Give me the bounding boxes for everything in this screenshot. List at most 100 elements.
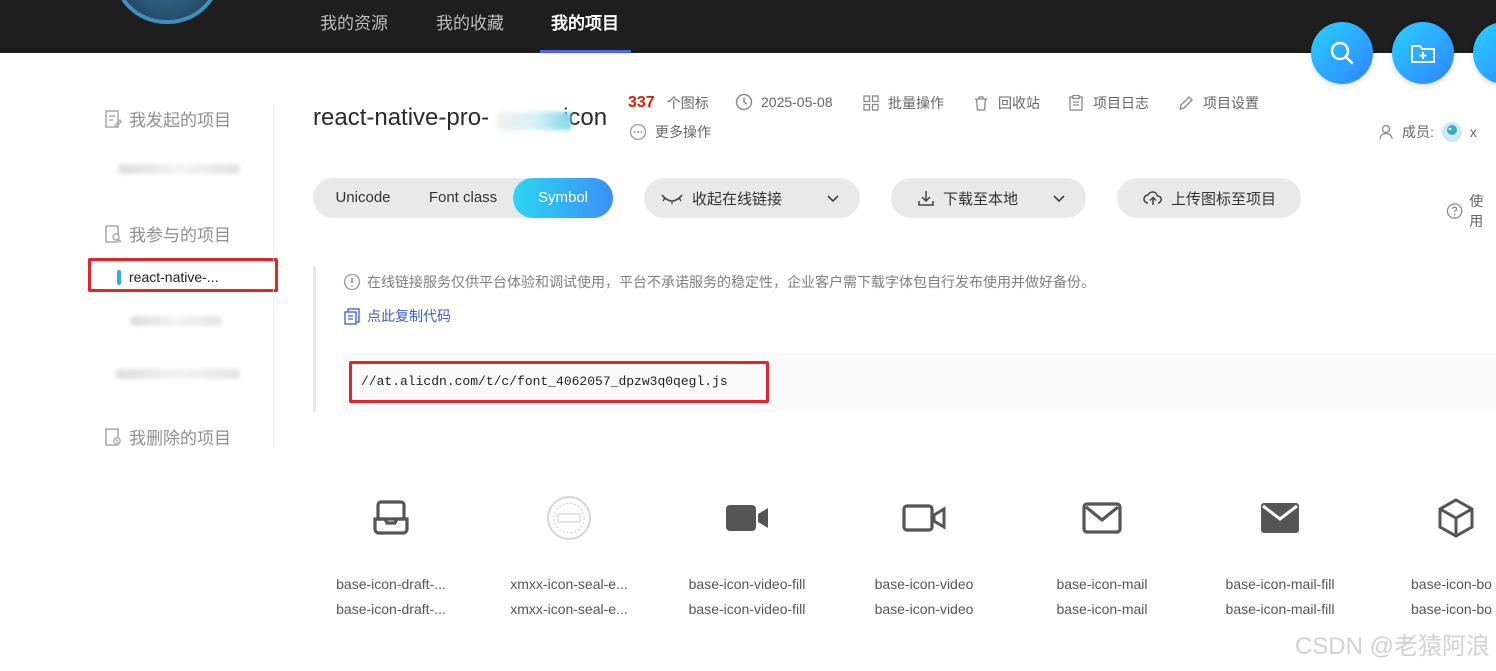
member-name: x	[1469, 124, 1477, 140]
seal-icon	[547, 496, 591, 540]
sidebar-started-projects-label: 我发起的项目	[129, 111, 231, 130]
icon-count-value: 337	[628, 94, 655, 111]
icon-name: base-icon-mail	[1056, 576, 1148, 592]
project-date-value: 2025-05-08	[761, 94, 833, 110]
draft-icon	[373, 500, 409, 535]
mail-fill-icon	[1261, 503, 1299, 533]
more-actions-button[interactable]: 更多操作	[629, 122, 711, 142]
video-fill-icon	[726, 505, 768, 531]
icon-code: base-icon-draft-...	[336, 601, 446, 617]
download-label: 下载至本地	[943, 190, 1019, 208]
grid-icon	[863, 95, 879, 111]
top-navbar: 我的资源 我的收藏 我的项目	[0, 0, 1496, 53]
icon-code: base-icon-video-fill	[688, 601, 806, 617]
sidebar-divider	[273, 104, 274, 449]
sidebar-joined-projects-label: 我参与的项目	[129, 226, 231, 245]
tab-unicode[interactable]: Unicode	[313, 178, 413, 218]
service-notice: 在线链接服务仅供平台体验和调试使用，平台不承诺服务的稳定性，企业客户需下载字体包…	[343, 272, 1095, 292]
avatar[interactable]	[1440, 120, 1464, 144]
chevron-down-icon	[827, 195, 839, 203]
collapse-link-dropdown[interactable]: 收起在线链接	[644, 178, 860, 218]
icon-name: base-icon-bo	[1411, 576, 1492, 592]
highlight-box-url	[349, 361, 769, 403]
sidebar-started-projects[interactable]: 我发起的项目	[103, 106, 231, 131]
icon-code: base-icon-video	[874, 601, 974, 617]
project-settings-label: 项目设置	[1203, 95, 1259, 111]
project-title-prefix: react-native-pro-	[313, 104, 490, 131]
members-label: 成员:	[1402, 124, 1434, 140]
sidebar-joined-projects[interactable]: 我参与的项目	[103, 221, 231, 246]
icon-card-mail[interactable]: base-icon-mail base-icon-mail	[1032, 493, 1172, 617]
pencil-icon	[1179, 96, 1193, 110]
icon-code: base-icon-mail	[1056, 601, 1148, 617]
trash-icon	[975, 96, 987, 111]
project-settings-button[interactable]: 项目设置	[1177, 93, 1259, 113]
recycle-bin-button[interactable]: 回收站	[972, 93, 1040, 113]
chevron-down-icon	[1053, 195, 1065, 203]
cloud-upload-icon	[1143, 191, 1162, 205]
icon-code: base-icon-bo	[1411, 601, 1492, 617]
search-button[interactable]	[1311, 22, 1373, 84]
icon-name: xmxx-icon-seal-e...	[510, 576, 628, 592]
upload-icons-label: 上传图标至项目	[1171, 190, 1277, 208]
project-date: 2025-05-08	[735, 93, 833, 111]
tab-my-resources[interactable]: 我的资源	[320, 0, 388, 53]
icon-code: xmxx-icon-seal-e...	[510, 601, 628, 617]
icon-name: base-icon-video-fill	[688, 576, 806, 592]
add-folder-button[interactable]	[1392, 22, 1454, 84]
icon-name: base-icon-draft-...	[336, 576, 446, 592]
blurred-project-item[interactable]	[118, 164, 240, 174]
logo[interactable]	[112, 0, 222, 24]
clipboard-icon	[1069, 94, 1083, 111]
icon-card-draft[interactable]: base-icon-draft-... base-icon-draft-...	[321, 493, 461, 617]
members-section[interactable]: 成员: x	[1378, 120, 1477, 144]
sidebar-deleted-projects-label: 我删除的项目	[129, 429, 231, 448]
icon-card-mail-fill[interactable]: base-icon-mail-fill base-icon-mail-fill	[1210, 493, 1350, 617]
upload-icons-button[interactable]: 上传图标至项目	[1117, 178, 1301, 218]
copy-code-link[interactable]: 点此复制代码	[343, 306, 451, 326]
highlight-box-sidebar	[88, 258, 278, 292]
sidebar-deleted-projects[interactable]: 我删除的项目	[103, 424, 231, 449]
tab-symbol[interactable]: Symbol	[513, 178, 613, 218]
upload-icon	[1489, 38, 1496, 68]
project-log-label: 项目日志	[1093, 95, 1149, 111]
copy-icon	[344, 308, 360, 325]
eye-closed-icon	[661, 194, 683, 204]
batch-operation-button[interactable]: 批量操作	[862, 93, 944, 113]
active-tab-indicator	[540, 50, 631, 53]
icon-card-video[interactable]: base-icon-video base-icon-video	[854, 493, 994, 617]
tab-my-favorites[interactable]: 我的收藏	[436, 0, 504, 53]
icon-card-box[interactable]: base-icon-bo base-icon-bo	[1387, 493, 1496, 617]
tab-my-projects[interactable]: 我的项目	[551, 0, 619, 53]
copy-code-label: 点此复制代码	[367, 308, 451, 324]
collapse-link-label: 收起在线链接	[692, 190, 783, 208]
video-icon	[902, 504, 946, 532]
batch-operation-label: 批量操作	[888, 95, 944, 111]
icon-name: base-icon-video	[874, 576, 974, 592]
download-icon	[918, 191, 934, 206]
clock-icon	[735, 93, 753, 111]
blurred-title-part	[497, 112, 571, 130]
download-dropdown[interactable]: 下载至本地	[891, 178, 1086, 218]
box-icon	[1438, 498, 1474, 538]
recycle-bin-label: 回收站	[998, 95, 1040, 111]
format-switch: Unicode Font class Symbol	[313, 178, 613, 218]
icon-card-video-fill[interactable]: base-icon-video-fill base-icon-video-fil…	[677, 493, 817, 617]
icon-name: base-icon-mail-fill	[1225, 576, 1335, 592]
document-search-icon	[105, 224, 122, 243]
blurred-project-item[interactable]	[116, 369, 240, 379]
blurred-project-item[interactable]	[130, 316, 222, 326]
more-dots-icon	[629, 123, 647, 141]
project-log-button[interactable]: 项目日志	[1067, 93, 1149, 113]
search-icon	[1330, 41, 1354, 65]
usage-label: 使用	[1469, 193, 1484, 229]
service-notice-text: 在线链接服务仅供平台体验和调试使用，平台不承诺服务的稳定性，企业客户需下载字体包…	[367, 274, 1095, 290]
info-icon	[343, 273, 361, 291]
tab-font-class[interactable]: Font class	[413, 178, 513, 218]
usage-help-link[interactable]: 使用	[1446, 191, 1496, 231]
icon-code: base-icon-mail-fill	[1225, 601, 1335, 617]
icon-card-seal[interactable]: xmxx-icon-seal-e... xmxx-icon-seal-e...	[499, 493, 639, 617]
icon-count: 337 个图标	[628, 93, 709, 113]
icon-count-label: 个图标	[666, 95, 709, 111]
members-icon	[1379, 124, 1393, 140]
